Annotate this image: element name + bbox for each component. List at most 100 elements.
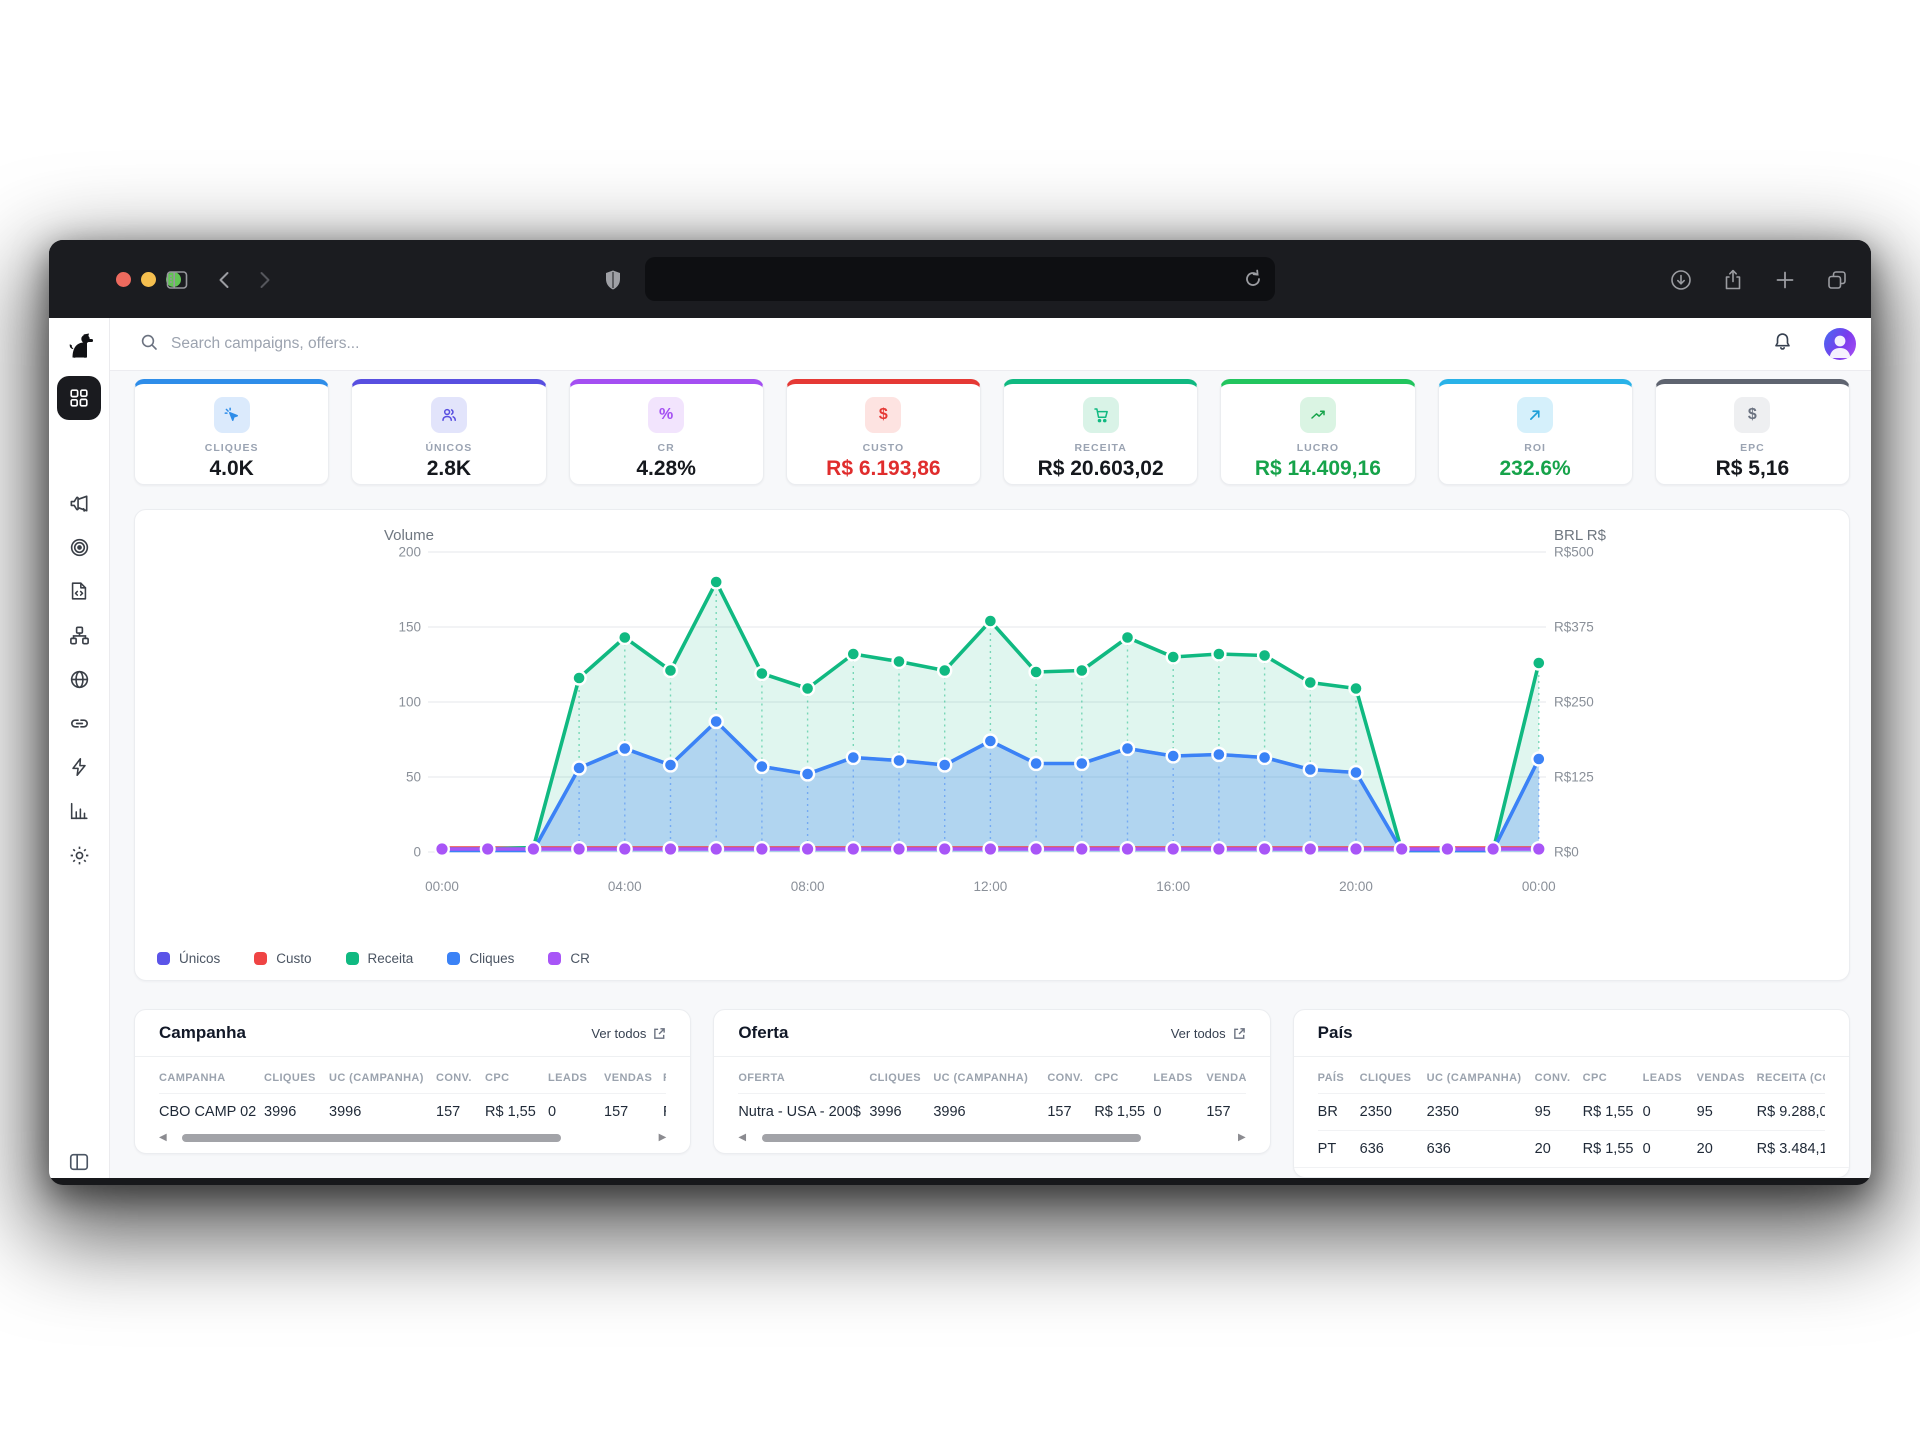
svg-text:R$500: R$500 <box>1554 545 1594 560</box>
link-label: Ver todos <box>1171 1026 1226 1041</box>
kpi-card-únicos: ÚNICOS2.8K <box>351 379 546 485</box>
kpi-value: R$ 5,16 <box>1716 457 1790 481</box>
table-cell: R$ 1,55 <box>1094 1094 1153 1130</box>
column-header: CONV. <box>1535 1057 1583 1093</box>
table-row-divider <box>1294 1167 1849 1177</box>
table-cell: 157 <box>604 1094 663 1130</box>
bell-icon[interactable] <box>1771 330 1794 358</box>
horizontal-scrollbar[interactable]: ◀▶ <box>135 1130 690 1153</box>
legend-item-cliques[interactable]: Cliques <box>447 951 514 966</box>
table-cell: R <box>663 1094 666 1130</box>
table-cell: R$ 9.288,09 <box>1757 1094 1825 1130</box>
scrollbar-thumb[interactable] <box>182 1134 561 1142</box>
svg-text:0: 0 <box>413 845 421 860</box>
browser-sidebar-toggle-icon[interactable] <box>165 268 189 292</box>
minimize-window-button[interactable] <box>141 272 156 287</box>
sidebar-item-automation-bolt[interactable] <box>57 745 101 789</box>
sidebar-item-landers-file-code[interactable] <box>57 569 101 613</box>
scrollbar-thumb[interactable] <box>762 1134 1141 1142</box>
table-cell: PT <box>1318 1131 1360 1167</box>
column-header: RECEITA (CO <box>1757 1057 1825 1093</box>
forward-icon[interactable] <box>252 268 276 292</box>
search-icon <box>140 333 158 356</box>
dog-logo[interactable] <box>66 332 94 360</box>
kpi-label: CLIQUES <box>205 442 259 454</box>
table-cell: Nutra - USA - 200$ <box>738 1094 869 1130</box>
column-header: CLIQUES <box>264 1057 329 1093</box>
reload-icon[interactable] <box>1241 267 1265 291</box>
scroll-left-icon[interactable]: ◀ <box>738 1133 746 1143</box>
volume-revenue-chart: VolumeBRL R$200150100500R$500R$375R$250R… <box>135 510 1850 981</box>
column-header: CPC <box>485 1057 548 1093</box>
kpi-value: R$ 20.603,02 <box>1038 457 1164 481</box>
browser-chrome <box>49 240 1871 318</box>
column-header: UC (CAMPANHA) <box>1427 1057 1535 1093</box>
sidebar-item-campaigns-megaphone[interactable] <box>57 481 101 525</box>
scrollbar-track[interactable] <box>752 1134 1232 1142</box>
legend-item-únicos[interactable]: Únicos <box>157 951 220 966</box>
sidebar-item-flows-hierarchy[interactable] <box>57 613 101 657</box>
table-cell: 0 <box>1643 1094 1697 1130</box>
scroll-right-icon[interactable]: ▶ <box>1238 1133 1246 1143</box>
sidebar-item-collapse-panel[interactable] <box>57 1140 101 1184</box>
scroll-left-icon[interactable]: ◀ <box>159 1133 167 1143</box>
search-bar[interactable] <box>140 333 1771 356</box>
ver-todos-link[interactable]: Ver todos <box>591 1026 666 1041</box>
shield-icon[interactable] <box>601 268 625 292</box>
column-header: UC (CAMPANHA) <box>933 1057 1047 1093</box>
table-cell: BR <box>1318 1094 1360 1130</box>
svg-text:16:00: 16:00 <box>1156 879 1190 894</box>
table-header-row: PAÍSCLIQUESUC (CAMPANHA)CONV.CPCLEADSVEN… <box>1318 1057 1825 1093</box>
legend-item-receita[interactable]: Receita <box>346 951 414 966</box>
table-cell: 157 <box>436 1094 485 1130</box>
sidebar-item-domains-globe[interactable] <box>57 657 101 701</box>
svg-text:12:00: 12:00 <box>974 879 1008 894</box>
avatar[interactable] <box>1824 328 1856 360</box>
downloads-icon[interactable] <box>1669 268 1693 297</box>
ver-todos-link[interactable]: Ver todos <box>1171 1026 1246 1041</box>
share-icon[interactable] <box>1721 268 1745 297</box>
scrollbar-track[interactable] <box>173 1134 653 1142</box>
table-cell: CBO CAMP 02 <box>159 1094 264 1130</box>
scroll-right-icon[interactable]: ▶ <box>659 1133 667 1143</box>
table-header-row: OFERTACLIQUESUC (CAMPANHA)CONV.CPCLEADSV… <box>738 1057 1245 1093</box>
legend-item-cr[interactable]: CR <box>548 951 590 966</box>
sidebar-item-dashboard[interactable] <box>57 376 101 420</box>
sidebar-item-offers-target[interactable] <box>57 525 101 569</box>
column-header: CLIQUES <box>1360 1057 1427 1093</box>
horizontal-scrollbar[interactable]: ◀▶ <box>714 1130 1269 1153</box>
column-header: OFERTA <box>738 1057 869 1093</box>
dollar-icon: $ <box>1734 397 1770 433</box>
sidebar-item-links-chain[interactable] <box>57 701 101 745</box>
dollar-icon: $ <box>865 397 901 433</box>
column-header: CAMPANHA <box>159 1057 264 1093</box>
click-icon <box>214 397 250 433</box>
column-header: VENDAS <box>604 1057 663 1093</box>
new-tab-icon[interactable] <box>1773 268 1797 297</box>
table-cell: 0 <box>1153 1094 1206 1130</box>
legend-item-custo[interactable]: Custo <box>254 951 311 966</box>
column-header: UC (CAMPANHA) <box>329 1057 436 1093</box>
kpi-label: CUSTO <box>863 442 905 454</box>
address-bar[interactable] <box>645 257 1275 301</box>
sidebar-item-settings-gear[interactable] <box>57 833 101 877</box>
kpi-card-receita: RECEITAR$ 20.603,02 <box>1003 379 1198 485</box>
search-input[interactable] <box>171 335 591 353</box>
table-cell: 3996 <box>869 1094 933 1130</box>
kpi-value: 232.6% <box>1500 457 1571 481</box>
tab-overview-icon[interactable] <box>1825 268 1849 297</box>
sidebar-item-reports-bar-chart[interactable] <box>57 789 101 833</box>
svg-text:Volume: Volume <box>384 527 434 544</box>
table-title: Campanha <box>159 1023 246 1043</box>
arrow-up-right-icon <box>1517 397 1553 433</box>
cart-icon <box>1083 397 1119 433</box>
back-icon[interactable] <box>213 268 237 292</box>
kpi-card-roi: ROI232.6% <box>1438 379 1633 485</box>
table-cell: 20 <box>1535 1131 1583 1167</box>
svg-text:BRL R$: BRL R$ <box>1554 527 1607 544</box>
legend-label: Cliques <box>469 951 514 966</box>
sidebar <box>49 318 110 1178</box>
table-cell: R$ 1,55 <box>485 1094 548 1130</box>
close-window-button[interactable] <box>116 272 131 287</box>
table-cell: 2350 <box>1360 1094 1427 1130</box>
